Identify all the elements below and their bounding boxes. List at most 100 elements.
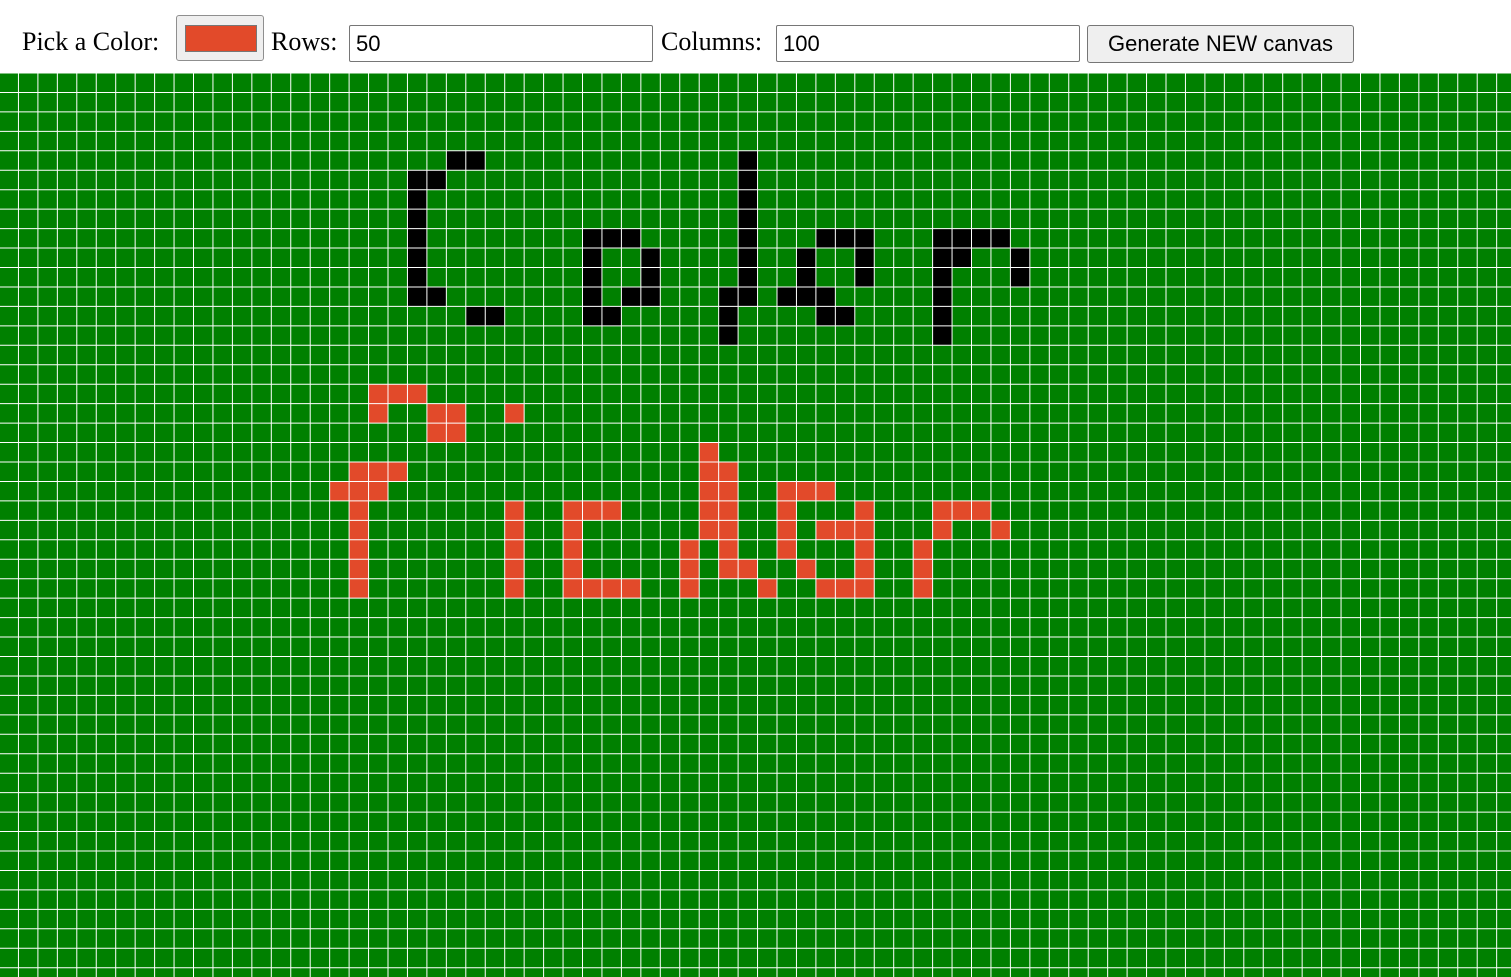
painted-cell[interactable] (796, 267, 816, 287)
painted-cell[interactable] (582, 228, 602, 249)
painted-cell[interactable] (1010, 267, 1030, 287)
painted-cell[interactable] (407, 189, 427, 210)
painted-cell[interactable] (349, 462, 369, 482)
pixel-canvas[interactable] (0, 73, 1511, 977)
painted-cell[interactable] (835, 306, 855, 326)
painted-cell[interactable] (388, 462, 408, 482)
painted-cell[interactable] (796, 559, 816, 579)
painted-cell[interactable] (504, 578, 525, 599)
painted-cell[interactable] (796, 286, 816, 307)
painted-cell[interactable] (854, 578, 875, 599)
painted-cell[interactable] (504, 403, 525, 424)
painted-cell[interactable] (465, 306, 486, 326)
painted-cell[interactable] (582, 267, 602, 287)
painted-cell[interactable] (640, 248, 661, 268)
painted-cell[interactable] (990, 228, 1011, 249)
painted-cell[interactable] (952, 500, 972, 521)
painted-cell[interactable] (563, 559, 583, 579)
painted-cell[interactable] (952, 248, 972, 268)
painted-cell[interactable] (426, 170, 447, 190)
painted-cell[interactable] (582, 248, 602, 268)
painted-cell[interactable] (796, 481, 816, 501)
painted-cell[interactable] (349, 500, 369, 521)
painted-cell[interactable] (329, 481, 350, 501)
painted-cell[interactable] (718, 481, 739, 501)
painted-cell[interactable] (1010, 248, 1030, 268)
painted-cell[interactable] (835, 578, 855, 599)
painted-cell[interactable] (777, 286, 797, 307)
painted-cell[interactable] (407, 267, 427, 287)
painted-cell[interactable] (835, 228, 855, 249)
painted-cell[interactable] (504, 539, 525, 560)
painted-cell[interactable] (718, 520, 739, 540)
painted-cell[interactable] (388, 384, 408, 404)
painted-cell[interactable] (621, 228, 641, 249)
color-picker-button[interactable] (176, 15, 264, 61)
painted-cell[interactable] (426, 286, 447, 307)
painted-cell[interactable] (368, 462, 388, 482)
painted-cell[interactable] (504, 520, 525, 540)
painted-cell[interactable] (815, 286, 836, 307)
painted-cell[interactable] (777, 520, 797, 540)
painted-cell[interactable] (563, 520, 583, 540)
painted-cell[interactable] (971, 228, 991, 249)
painted-cell[interactable] (796, 248, 816, 268)
painted-cell[interactable] (699, 481, 719, 501)
painted-cell[interactable] (718, 559, 739, 579)
painted-cell[interactable] (932, 228, 953, 249)
painted-cell[interactable] (465, 150, 486, 171)
painted-cell[interactable] (582, 286, 602, 307)
painted-cell[interactable] (426, 423, 447, 443)
painted-cell[interactable] (854, 559, 875, 579)
painted-cell[interactable] (601, 578, 622, 599)
painted-cell[interactable] (932, 500, 953, 521)
painted-cell[interactable] (368, 481, 388, 501)
painted-cell[interactable] (738, 228, 758, 249)
painted-cell[interactable] (913, 559, 933, 579)
painted-cell[interactable] (738, 170, 758, 190)
painted-cell[interactable] (621, 286, 641, 307)
painted-cell[interactable] (738, 150, 758, 171)
painted-cell[interactable] (815, 578, 836, 599)
painted-cell[interactable] (854, 248, 875, 268)
painted-cell[interactable] (601, 306, 622, 326)
painted-cell[interactable] (601, 500, 622, 521)
painted-cell[interactable] (913, 578, 933, 599)
painted-cell[interactable] (815, 481, 836, 501)
painted-cell[interactable] (854, 520, 875, 540)
painted-cell[interactable] (349, 559, 369, 579)
painted-cell[interactable] (446, 403, 466, 424)
painted-cell[interactable] (738, 189, 758, 210)
painted-cell[interactable] (368, 403, 388, 424)
painted-cell[interactable] (640, 286, 661, 307)
painted-cell[interactable] (777, 481, 797, 501)
painted-cell[interactable] (932, 267, 953, 287)
painted-cell[interactable] (718, 500, 739, 521)
painted-cell[interactable] (407, 248, 427, 268)
painted-cell[interactable] (426, 403, 447, 424)
painted-cell[interactable] (718, 462, 739, 482)
painted-cell[interactable] (718, 286, 739, 307)
painted-cell[interactable] (504, 559, 525, 579)
painted-cell[interactable] (368, 384, 388, 404)
painted-cell[interactable] (932, 286, 953, 307)
painted-cell[interactable] (738, 267, 758, 287)
painted-cell[interactable] (777, 539, 797, 560)
painted-cell[interactable] (815, 520, 836, 540)
painted-cell[interactable] (485, 306, 505, 326)
painted-cell[interactable] (854, 500, 875, 521)
painted-cell[interactable] (679, 539, 700, 560)
painted-cell[interactable] (407, 286, 427, 307)
painted-cell[interactable] (738, 248, 758, 268)
painted-cell[interactable] (407, 170, 427, 190)
painted-cell[interactable] (582, 500, 602, 521)
painted-cell[interactable] (932, 520, 953, 540)
painted-cell[interactable] (407, 228, 427, 249)
painted-cell[interactable] (718, 325, 739, 346)
painted-cell[interactable] (932, 248, 953, 268)
columns-input[interactable] (776, 25, 1080, 62)
painted-cell[interactable] (446, 423, 466, 443)
painted-cell[interactable] (699, 442, 719, 462)
painted-cell[interactable] (563, 578, 583, 599)
painted-cell[interactable] (718, 306, 739, 326)
